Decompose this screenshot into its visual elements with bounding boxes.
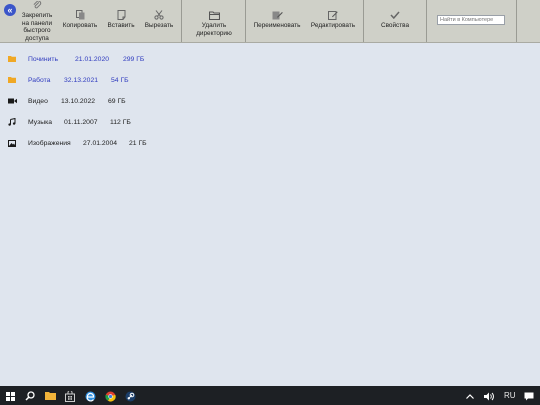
- folder-icon: [8, 54, 20, 64]
- properties-button[interactable]: Свойства: [375, 0, 415, 42]
- search-input[interactable]: [437, 15, 505, 25]
- file-size: 69 ГБ: [108, 97, 126, 105]
- cut-label: Вырезать: [144, 22, 174, 29]
- properties-label: Свойства: [380, 22, 410, 29]
- list-item[interactable]: Видео 13.10.2022 69 ГБ: [8, 95, 208, 107]
- rename-icon: [272, 10, 283, 20]
- taskbar-search-button[interactable]: [24, 390, 36, 402]
- file-date: 13.10.2022: [61, 97, 96, 105]
- edit-icon: [328, 10, 338, 20]
- folder-icon: [44, 392, 56, 400]
- copy-icon: [75, 10, 85, 20]
- chrome-icon: [104, 391, 116, 402]
- cut-button[interactable]: Вырезать: [141, 0, 177, 42]
- copy-button[interactable]: Копировать: [60, 0, 100, 42]
- paperclip-icon: [33, 0, 42, 10]
- file-size: 21 ГБ: [129, 139, 147, 147]
- copy-label: Копировать: [62, 22, 98, 29]
- delete-directory-label: Удалить директорию: [196, 22, 232, 37]
- taskbar-steam-button[interactable]: [124, 390, 136, 402]
- video-icon: [8, 96, 20, 106]
- taskbar-edge-button[interactable]: [84, 390, 96, 402]
- tray-chevron-up-icon[interactable]: [464, 390, 476, 402]
- double-chevron-left-icon: «: [7, 5, 13, 15]
- music-icon: [8, 117, 20, 127]
- ribbon-separator: [181, 0, 182, 42]
- list-item[interactable]: Музыка 01.11.2007 112 ГБ: [8, 116, 208, 128]
- file-size: 299 ГБ: [123, 55, 145, 63]
- rename-button[interactable]: Переименовать: [250, 0, 304, 42]
- volume-icon[interactable]: [483, 390, 495, 402]
- list-item[interactable]: Работа 32.13.2021 54 ГБ: [8, 74, 208, 86]
- file-date: 27.01.2004: [83, 139, 118, 147]
- file-name: Починить: [28, 55, 59, 63]
- edit-label: Редактировать: [310, 22, 356, 29]
- ribbon-separator: [245, 0, 246, 42]
- file-name: Работа: [28, 76, 51, 84]
- checkmark-icon: [390, 10, 400, 20]
- ribbon-toolbar: « Закрепить на панели быстрого доступа К…: [0, 0, 540, 43]
- notifications-icon[interactable]: [523, 390, 535, 402]
- edge-icon: [85, 391, 95, 402]
- file-date: 32.13.2021: [64, 76, 99, 84]
- list-item[interactable]: Изображения 27.01.2004 21 ГБ: [8, 137, 208, 149]
- windows-icon: [5, 391, 15, 401]
- taskbar-chrome-button[interactable]: [104, 390, 116, 402]
- edit-button[interactable]: Редактировать: [308, 0, 358, 42]
- taskbar-store-button[interactable]: [64, 390, 76, 402]
- file-date: 01.11.2007: [64, 118, 98, 126]
- language-indicator[interactable]: RU: [504, 391, 516, 400]
- rename-label: Переименовать: [253, 22, 301, 29]
- start-button[interactable]: [4, 390, 16, 402]
- folder-outline-icon: [208, 10, 220, 20]
- ribbon-separator: [426, 0, 427, 42]
- ribbon-separator: [516, 0, 517, 42]
- paste-icon: [117, 10, 126, 20]
- list-item[interactable]: Починить 21.01.2020 299 ГБ: [8, 53, 208, 65]
- delete-directory-button[interactable]: Удалить директорию: [190, 0, 238, 42]
- file-size: 112 ГБ: [110, 118, 131, 126]
- pin-label: Закрепить на панели быстрого доступа: [21, 12, 53, 42]
- ribbon-separator: [363, 0, 364, 42]
- file-name: Музыка: [28, 118, 53, 126]
- scissors-icon: [154, 10, 164, 20]
- folder-icon: [8, 75, 20, 85]
- store-icon: [65, 390, 75, 402]
- taskbar: RU: [0, 386, 540, 405]
- file-name: Изображения: [28, 139, 71, 147]
- file-size: 54 ГБ: [111, 76, 129, 84]
- back-button[interactable]: «: [4, 4, 16, 16]
- file-name: Видео: [28, 97, 48, 105]
- paste-label: Вставить: [107, 22, 135, 29]
- pin-quick-access-button[interactable]: Закрепить на панели быстрого доступа: [18, 0, 56, 42]
- taskbar-explorer-button[interactable]: [44, 390, 56, 402]
- steam-icon: [125, 391, 135, 401]
- search-icon: [25, 391, 35, 401]
- image-icon: [8, 138, 20, 148]
- file-date: 21.01.2020: [75, 55, 110, 63]
- paste-button[interactable]: Вставить: [104, 0, 138, 42]
